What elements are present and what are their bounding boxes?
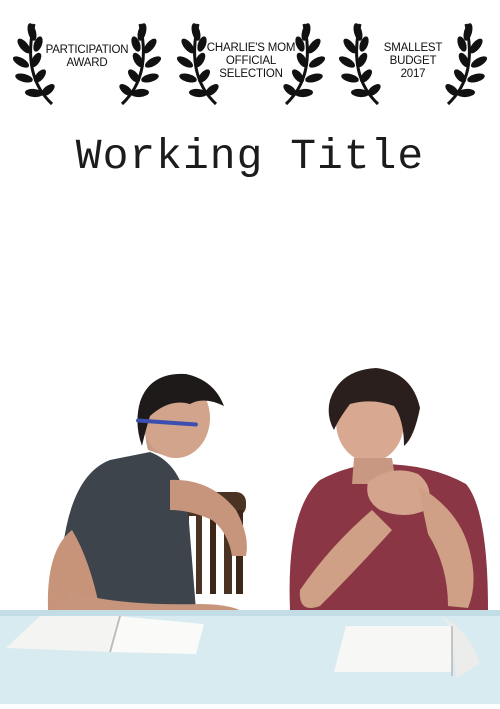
laurel-award-charlies-mom: CHARLIE'S MOM OFFICIAL SELECTION bbox=[176, 16, 326, 108]
poster-scene bbox=[0, 360, 500, 704]
script-left bbox=[6, 615, 204, 654]
laurel-line: AWARD bbox=[66, 57, 108, 69]
laurel-line: SMALLEST bbox=[383, 42, 443, 54]
laurel-line: PARTICIPATION bbox=[45, 44, 129, 56]
laurel-line: CHARLIE'S MOM bbox=[206, 42, 296, 54]
poster-title: Working Title bbox=[75, 132, 425, 181]
laurel-line: BUDGET bbox=[389, 55, 437, 67]
laurel-line: SELECTION bbox=[219, 68, 283, 80]
person-right bbox=[289, 368, 488, 610]
scene-illustration bbox=[0, 368, 500, 704]
laurel-line: 2017 bbox=[400, 68, 426, 80]
laurel-award-smallest-budget: SMALLEST BUDGET 2017 bbox=[338, 16, 488, 108]
person-left bbox=[47, 373, 250, 626]
laurel-award-participation: PARTICIPATION AWARD bbox=[12, 16, 162, 108]
laurel-line: OFFICIAL bbox=[225, 55, 277, 67]
